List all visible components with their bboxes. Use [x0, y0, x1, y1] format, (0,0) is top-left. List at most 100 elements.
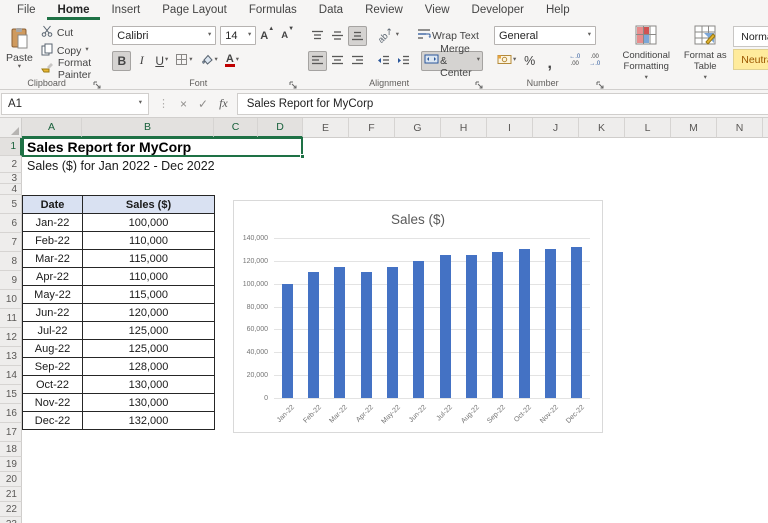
- increase-decimal-button[interactable]: ←.0.00: [565, 51, 584, 71]
- select-all-corner[interactable]: [0, 118, 22, 138]
- date-cell[interactable]: Jun-22: [22, 303, 83, 322]
- column-header-g[interactable]: G: [395, 118, 441, 138]
- borders-button[interactable]: ▾: [172, 51, 195, 71]
- accounting-format-button[interactable]: ▾: [494, 51, 519, 71]
- sales-cell[interactable]: 110,000: [82, 267, 215, 286]
- tab-review[interactable]: Review: [354, 0, 414, 20]
- percent-style-button[interactable]: %: [520, 51, 539, 71]
- column-header-f[interactable]: F: [349, 118, 395, 138]
- sales-cell[interactable]: 130,000: [82, 393, 215, 412]
- row-header-8[interactable]: 8: [0, 252, 22, 271]
- date-cell[interactable]: Dec-22: [22, 411, 83, 430]
- comma-style-button[interactable]: ,: [540, 51, 559, 71]
- column-header-m[interactable]: M: [671, 118, 717, 138]
- date-cell[interactable]: May-22: [22, 285, 83, 304]
- merge-center-button[interactable]: Merge & Center ▾: [421, 43, 483, 79]
- tab-developer[interactable]: Developer: [461, 0, 535, 20]
- fill-handle[interactable]: [300, 154, 305, 159]
- conditional-formatting-button[interactable]: Conditional Formatting ▾: [615, 23, 677, 80]
- number-dialog-launcher[interactable]: [596, 77, 606, 89]
- table-header-date[interactable]: Date: [22, 195, 83, 214]
- decrease-font-size-button[interactable]: A▼: [278, 26, 297, 46]
- column-header-j[interactable]: J: [533, 118, 579, 138]
- sales-cell[interactable]: 120,000: [82, 303, 215, 322]
- tab-file[interactable]: File: [6, 0, 47, 20]
- underline-button[interactable]: U ▾: [152, 51, 171, 71]
- decrease-decimal-button[interactable]: .00 →.0: [585, 51, 604, 71]
- cut-button[interactable]: Cut: [38, 24, 101, 41]
- column-header-h[interactable]: H: [441, 118, 487, 138]
- column-header-a[interactable]: A: [22, 118, 82, 138]
- cell-a1[interactable]: Sales Report for MyCorp: [27, 139, 191, 156]
- align-middle-button[interactable]: [328, 26, 347, 46]
- align-bottom-button[interactable]: [348, 25, 368, 46]
- sales-chart[interactable]: Sales ($) 0 20,000 40,000 60,000 80,000 100,0…: [233, 200, 603, 433]
- align-right-button[interactable]: [348, 51, 367, 71]
- row-header-23[interactable]: 23: [0, 517, 22, 523]
- row-header-5[interactable]: 5: [0, 195, 22, 214]
- row-header-6[interactable]: 6: [0, 214, 22, 233]
- name-box[interactable]: A1 ▾: [1, 92, 149, 115]
- row-header-10[interactable]: 10: [0, 290, 22, 309]
- row-header-11[interactable]: 11: [0, 309, 22, 328]
- tab-view[interactable]: View: [414, 0, 461, 20]
- column-header-i[interactable]: I: [487, 118, 533, 138]
- font-name-combo[interactable]: Calibri ▾: [112, 26, 217, 45]
- column-header-l[interactable]: L: [625, 118, 671, 138]
- sales-cell[interactable]: 115,000: [82, 249, 215, 268]
- sales-cell[interactable]: 125,000: [82, 321, 215, 340]
- formula-bar-drag-handle[interactable]: ⋮: [158, 97, 169, 110]
- paste-button[interactable]: Paste ▾: [5, 23, 34, 75]
- row-header-19[interactable]: 19: [0, 457, 22, 472]
- column-header-e[interactable]: E: [303, 118, 349, 138]
- row-header-13[interactable]: 13: [0, 347, 22, 366]
- row-header-20[interactable]: 20: [0, 472, 22, 487]
- decrease-indent-button[interactable]: [374, 51, 393, 71]
- row-header-3[interactable]: 3: [0, 173, 22, 184]
- insert-function-button[interactable]: fx: [219, 96, 228, 111]
- column-header-n[interactable]: N: [717, 118, 763, 138]
- column-header-k[interactable]: K: [579, 118, 625, 138]
- date-cell[interactable]: Nov-22: [22, 393, 83, 412]
- tab-data[interactable]: Data: [308, 0, 354, 20]
- align-left-button[interactable]: [308, 50, 328, 71]
- row-header-14[interactable]: 14: [0, 366, 22, 385]
- sales-cell[interactable]: 128,000: [82, 357, 215, 376]
- row-header-15[interactable]: 15: [0, 385, 22, 404]
- row-header-2[interactable]: 2: [0, 156, 22, 173]
- tab-page-layout[interactable]: Page Layout: [151, 0, 238, 20]
- format-as-table-button[interactable]: Format as Table ▾: [679, 23, 731, 80]
- font-size-combo[interactable]: 14 ▾: [220, 26, 257, 45]
- font-dialog-launcher[interactable]: [289, 77, 299, 89]
- row-header-18[interactable]: 18: [0, 442, 22, 457]
- date-cell[interactable]: Mar-22: [22, 249, 83, 268]
- table-header-sales[interactable]: Sales ($): [82, 195, 215, 214]
- clipboard-dialog-launcher[interactable]: [93, 77, 103, 89]
- tab-home[interactable]: Home: [46, 0, 101, 20]
- sales-cell[interactable]: 130,000: [82, 375, 215, 394]
- cell-style-neutral[interactable]: Neutral: [733, 49, 768, 70]
- cell-a2[interactable]: Sales ($) for Jan 2022 - Dec 2022: [27, 158, 215, 174]
- row-header-12[interactable]: 12: [0, 328, 22, 347]
- enter-button[interactable]: ✓: [198, 97, 208, 111]
- column-header-b[interactable]: B: [82, 118, 214, 138]
- align-center-button[interactable]: [328, 51, 347, 71]
- sales-cell[interactable]: 132,000: [82, 411, 215, 430]
- align-top-button[interactable]: [308, 26, 327, 46]
- row-header-7[interactable]: 7: [0, 233, 22, 252]
- row-header-21[interactable]: 21: [0, 487, 22, 502]
- row-header-1[interactable]: 1: [0, 138, 22, 156]
- row-header-4[interactable]: 4: [0, 184, 22, 195]
- sales-cell[interactable]: 125,000: [82, 339, 215, 358]
- tab-insert[interactable]: Insert: [100, 0, 151, 20]
- tab-help[interactable]: Help: [535, 0, 581, 20]
- number-format-combo[interactable]: General ▾: [493, 26, 596, 45]
- format-painter-button[interactable]: Format Painter: [38, 57, 101, 81]
- font-color-button[interactable]: A ▾: [222, 51, 242, 71]
- formula-input[interactable]: Sales Report for MyCorp: [236, 92, 768, 115]
- orientation-button[interactable]: ab↗ ▾: [374, 25, 402, 46]
- cell-style-normal[interactable]: Normal: [733, 26, 768, 47]
- column-header-d[interactable]: D: [258, 118, 303, 138]
- date-cell[interactable]: Apr-22: [22, 267, 83, 286]
- alignment-dialog-launcher[interactable]: [475, 77, 485, 89]
